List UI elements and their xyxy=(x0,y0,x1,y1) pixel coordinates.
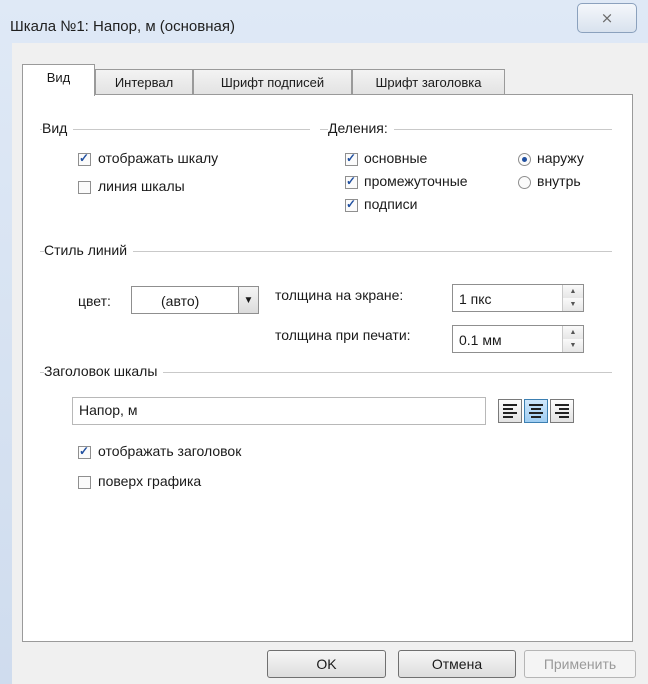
spin-up-icon[interactable]: ▲ xyxy=(563,326,583,339)
color-label: цвет: xyxy=(78,293,111,309)
scale-line-checkbox[interactable] xyxy=(78,181,91,194)
tab-interval[interactable]: Интервал xyxy=(95,69,193,94)
spin-up-icon[interactable]: ▲ xyxy=(563,285,583,298)
group-divider xyxy=(40,129,310,130)
align-center-icon[interactable] xyxy=(524,399,548,423)
show-scale-label: отображать шкалу xyxy=(98,150,219,166)
thickness-screen-spinner[interactable]: 1 пкс ▲ ▼ xyxy=(452,284,584,312)
cancel-button[interactable]: Отмена xyxy=(398,650,516,678)
group-title-scale-title: Заголовок шкалы xyxy=(44,363,164,379)
inside-label: внутрь xyxy=(537,173,581,189)
thickness-print-spinner[interactable]: 0.1 мм ▲ ▼ xyxy=(452,325,584,353)
tab-label: Интервал xyxy=(114,75,174,90)
apply-label: Применить xyxy=(543,656,617,672)
ok-button[interactable]: OK xyxy=(267,650,386,678)
outside-label: наружу xyxy=(537,150,584,166)
main-divisions-checkbox[interactable] xyxy=(345,151,358,166)
ok-label: OK xyxy=(316,656,337,672)
spinner-buttons[interactable]: ▲ ▼ xyxy=(562,285,583,311)
show-scale-checkbox[interactable] xyxy=(78,151,91,166)
close-icon: ⨯ xyxy=(600,10,614,27)
tab-caption-font[interactable]: Шрифт подписей xyxy=(193,69,352,94)
captions-label: подписи xyxy=(364,196,418,212)
inside-radio[interactable] xyxy=(518,176,531,189)
over-chart-checkbox[interactable] xyxy=(78,476,91,489)
outside-radio[interactable] xyxy=(518,153,531,166)
chevron-down-icon[interactable]: ▼ xyxy=(238,287,258,313)
tab-vid[interactable]: Вид xyxy=(22,64,95,96)
show-title-label: отображать заголовок xyxy=(98,443,242,459)
apply-button[interactable]: Применить xyxy=(524,650,636,678)
spin-down-icon[interactable]: ▼ xyxy=(563,298,583,311)
group-title-divisions: Деления: xyxy=(328,120,394,136)
thickness-print-label: толщина при печати: xyxy=(275,327,411,343)
thickness-print-value: 0.1 мм xyxy=(459,332,502,348)
intermediate-divisions-label: промежуточные xyxy=(364,173,468,189)
scale-title-input[interactable]: Напор, м xyxy=(72,397,486,425)
close-button[interactable]: ⨯ xyxy=(577,3,637,33)
color-select-value: (авто) xyxy=(161,293,200,309)
thickness-screen-label: толщина на экране: xyxy=(275,287,404,303)
tab-label: Шрифт подписей xyxy=(220,75,325,90)
group-title-vid: Вид xyxy=(42,120,74,136)
captions-checkbox[interactable] xyxy=(345,197,358,212)
tab-label: Вид xyxy=(46,70,71,85)
intermediate-divisions-checkbox[interactable] xyxy=(345,174,358,189)
window-title: Шкала №1: Напор, м (основная) xyxy=(10,18,235,35)
color-select[interactable]: (авто) ▼ xyxy=(131,286,259,314)
spinner-buttons[interactable]: ▲ ▼ xyxy=(562,326,583,352)
show-title-checkbox[interactable] xyxy=(78,444,91,459)
cancel-label: Отмена xyxy=(431,656,483,672)
tab-label: Шрифт заголовка xyxy=(375,75,482,90)
scale-line-label: линия шкалы xyxy=(98,178,185,194)
main-divisions-label: основные xyxy=(364,150,428,166)
align-right-icon[interactable] xyxy=(550,399,574,423)
spin-down-icon[interactable]: ▼ xyxy=(563,339,583,352)
align-left-icon[interactable] xyxy=(498,399,522,423)
thickness-screen-value: 1 пкс xyxy=(459,291,492,307)
group-title-line-style: Стиль линий xyxy=(44,242,134,258)
scale-title-value: Напор, м xyxy=(79,402,138,418)
tab-title-font[interactable]: Шрифт заголовка xyxy=(352,69,505,94)
over-chart-label: поверх графика xyxy=(98,473,202,489)
